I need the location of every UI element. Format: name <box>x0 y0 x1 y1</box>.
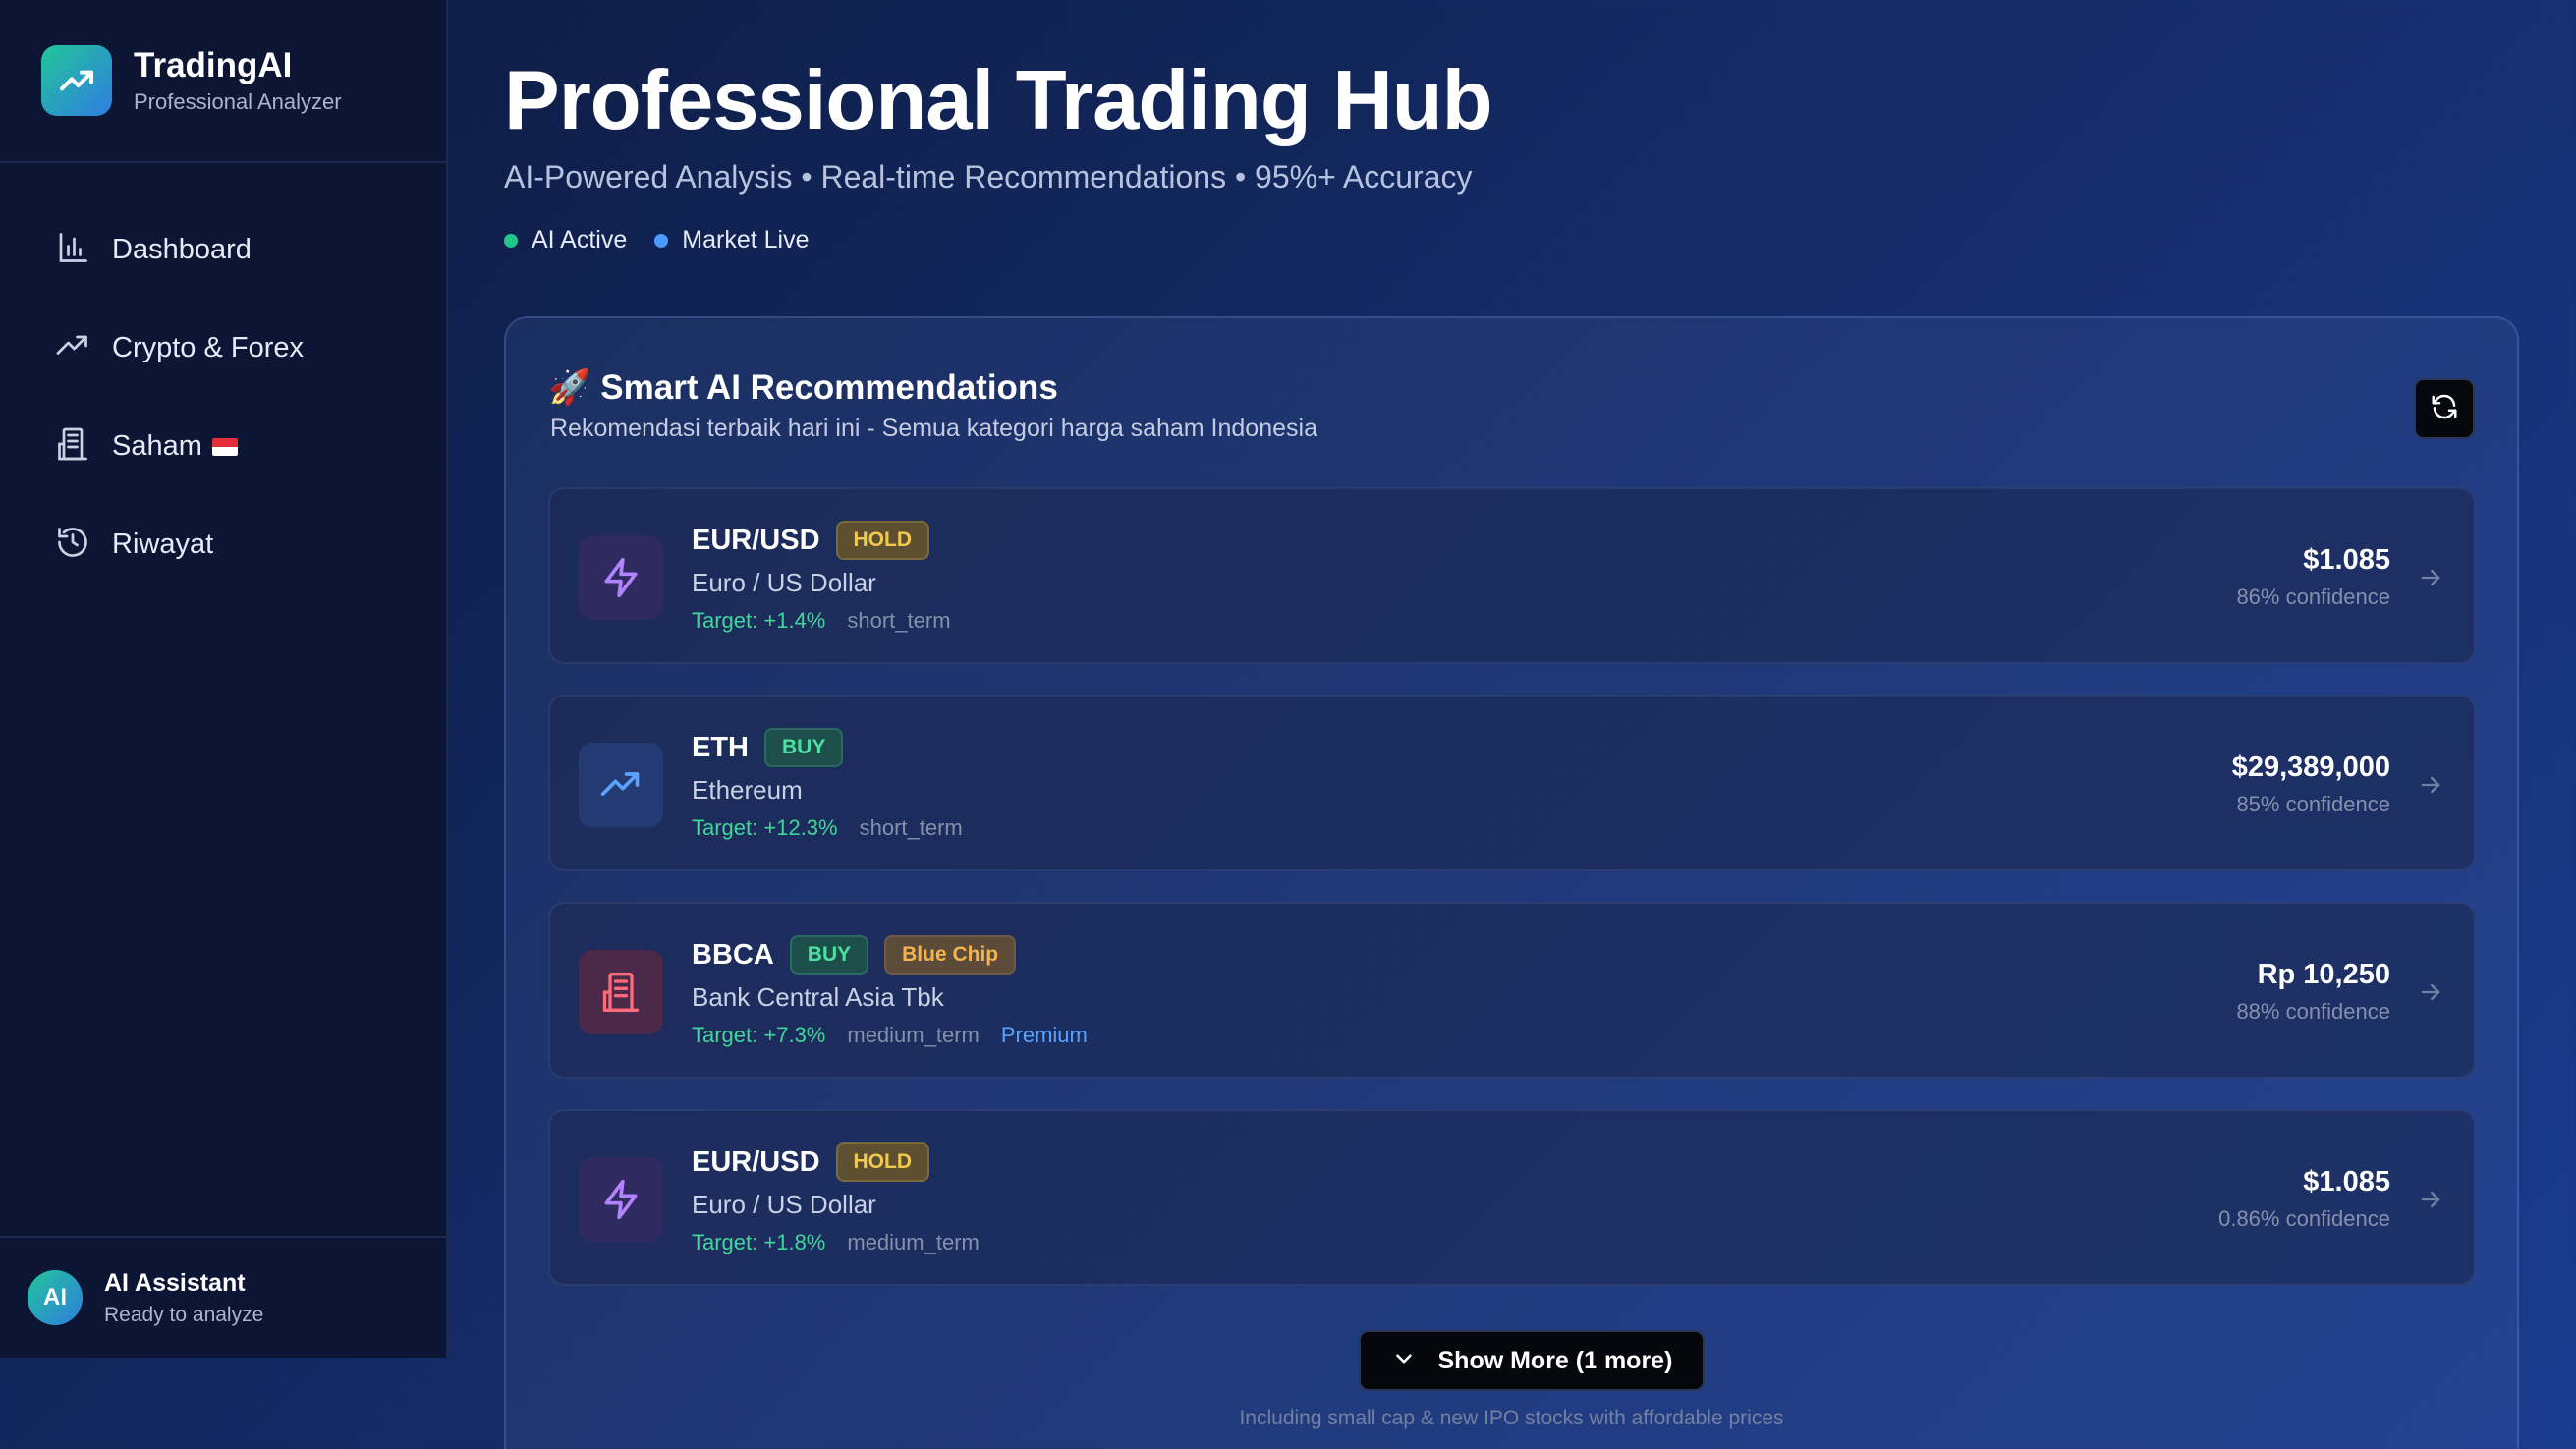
brand-title: TradingAI <box>134 46 293 84</box>
recommendations-panel: 🚀 Smart AI Recommendations Rekomendasi t… <box>504 316 2519 1449</box>
action-badge: BUY <box>764 728 844 767</box>
recommendation-card[interactable]: ETH BUY Ethereum Target: +12.3% short_te… <box>548 695 2476 871</box>
sidebar-item-label: Dashboard <box>112 233 252 265</box>
sidebar-item-riwayat[interactable]: Riwayat <box>0 495 446 593</box>
asset-name: Bank Central Asia Tbk <box>692 982 944 1012</box>
confidence-label: 88% confidence <box>2236 999 2390 1024</box>
status-label: Market Live <box>682 226 810 253</box>
indonesia-flag-icon <box>211 437 238 456</box>
show-more-label: Show More (1 more) <box>1437 1346 1673 1374</box>
recommendation-card[interactable]: EUR/USD HOLD Euro / US Dollar Target: +1… <box>548 487 2476 664</box>
sidebar-item-label: Saham <box>112 430 238 463</box>
building-icon <box>579 950 663 1034</box>
term-label: short_term <box>859 815 963 840</box>
avatar: AI <box>28 1270 83 1325</box>
sidebar-item-label: Crypto & Forex <box>112 331 304 363</box>
footnote: Including small cap & new IPO stocks wit… <box>1239 1407 1784 1429</box>
ai-assistant[interactable]: AI AI Assistant Ready to analyze <box>0 1236 446 1358</box>
recommendation-list: EUR/USD HOLD Euro / US Dollar Target: +1… <box>548 487 2476 1316</box>
asset-symbol: EUR/USD <box>692 524 820 556</box>
trending-up-icon <box>41 45 112 116</box>
sidebar-item-crypto-forex[interactable]: Crypto & Forex <box>0 299 446 397</box>
asset-name: Euro / US Dollar <box>692 1190 876 1219</box>
sidebar-item-dashboard[interactable]: Dashboard <box>0 200 446 299</box>
asset-symbol: BBCA <box>692 938 774 971</box>
arrow-right-icon <box>2417 1186 2444 1213</box>
sidebar-nav: Dashboard Crypto & Forex Saham Riwayat <box>0 163 446 593</box>
arrow-right-icon <box>2417 771 2444 799</box>
show-more-button[interactable]: Show More (1 more) <box>1358 1330 1705 1391</box>
sidebar: TradingAI Professional Analyzer Dashboar… <box>0 0 448 1358</box>
bar-chart-icon <box>55 230 90 270</box>
sidebar-item-label: Riwayat <box>112 528 214 560</box>
status-dot-icon <box>504 233 518 248</box>
confidence-label: 85% confidence <box>2236 792 2390 816</box>
term-label: medium_term <box>847 1023 980 1047</box>
panel-title: 🚀 Smart AI Recommendations <box>548 368 1058 407</box>
status-market-live: Market Live <box>654 226 809 254</box>
asset-price: $1.085 <box>2303 1166 2390 1198</box>
action-badge: HOLD <box>835 521 930 560</box>
term-label: medium_term <box>847 1230 980 1254</box>
target-percent: Target: +7.3% <box>692 1023 826 1047</box>
recommendation-card[interactable]: BBCA BUY Blue Chip Bank Central Asia Tbk… <box>548 902 2476 1079</box>
brand[interactable]: TradingAI Professional Analyzer <box>0 0 446 163</box>
brand-subtitle: Professional Analyzer <box>134 89 342 114</box>
target-percent: Target: +12.3% <box>692 815 838 840</box>
target-percent: Target: +1.4% <box>692 608 826 633</box>
action-badge: HOLD <box>835 1142 930 1182</box>
page-subtitle: AI-Powered Analysis • Real-time Recommen… <box>504 159 1473 195</box>
asset-name: Euro / US Dollar <box>692 568 876 597</box>
building-icon <box>55 426 90 467</box>
status-label: AI Active <box>532 226 628 253</box>
arrow-right-icon <box>2417 978 2444 1006</box>
assistant-title: AI Assistant <box>104 1268 246 1297</box>
status-row: AI Active Market Live <box>504 226 836 254</box>
trending-up-icon <box>55 328 90 368</box>
term-label: short_term <box>847 608 951 633</box>
history-icon <box>55 525 90 565</box>
asset-name: Ethereum <box>692 775 803 805</box>
category-badge: Blue Chip <box>884 935 1017 975</box>
premium-label: Premium <box>1000 1023 1088 1047</box>
target-percent: Target: +1.8% <box>692 1230 826 1254</box>
asset-price: $1.085 <box>2303 544 2390 576</box>
chevron-down-icon <box>1391 1346 1417 1376</box>
asset-symbol: ETH <box>692 731 749 763</box>
confidence-label: 86% confidence <box>2236 585 2390 609</box>
trending-up-icon <box>579 743 663 827</box>
asset-price: Rp 10,250 <box>2257 959 2390 990</box>
assistant-status: Ready to analyze <box>104 1303 264 1326</box>
status-dot-icon <box>654 233 669 248</box>
arrow-right-icon <box>2417 564 2444 591</box>
refresh-button[interactable] <box>2414 378 2475 439</box>
lightning-icon <box>579 1157 663 1242</box>
panel-subtitle: Rekomendasi terbaik hari ini - Semua kat… <box>550 415 1317 442</box>
asset-symbol: EUR/USD <box>692 1145 820 1178</box>
action-badge: BUY <box>789 935 869 975</box>
status-ai-active: AI Active <box>504 226 627 254</box>
recommendation-card[interactable]: EUR/USD HOLD Euro / US Dollar Target: +1… <box>548 1109 2476 1286</box>
asset-price: $29,389,000 <box>2231 752 2390 783</box>
lightning-icon <box>579 535 663 620</box>
sidebar-item-saham[interactable]: Saham <box>0 397 446 495</box>
confidence-label: 0.86% confidence <box>2218 1206 2390 1231</box>
page-title: Professional Trading Hub <box>504 54 1493 147</box>
refresh-icon <box>2430 392 2459 426</box>
